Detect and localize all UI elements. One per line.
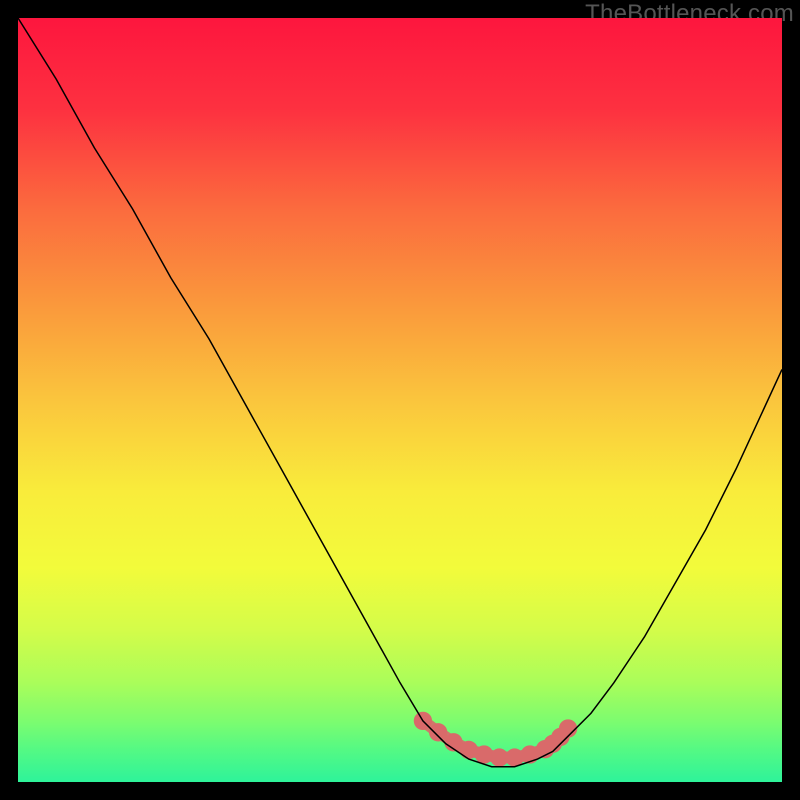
chart-plot-area [18, 18, 782, 782]
accent-dot [475, 745, 493, 763]
chart-background [18, 18, 782, 782]
chart-svg [18, 18, 782, 782]
chart-frame: TheBottleneck.com [0, 0, 800, 800]
accent-dot [559, 719, 577, 737]
accent-dot [429, 723, 447, 741]
